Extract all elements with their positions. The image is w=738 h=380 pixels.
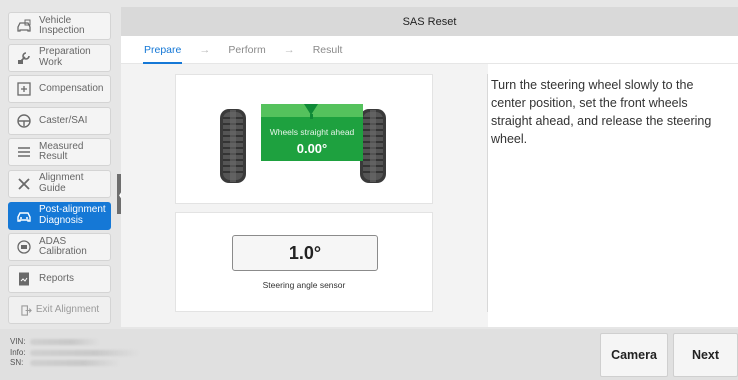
sidebar-item-label: Alignment Guide — [39, 172, 84, 194]
adas-icon — [14, 237, 34, 257]
footer-bar: VIN: Info: SN: Camera Next — [0, 329, 738, 380]
wheels-straight-visual: Wheels straight ahead 0.00° — [175, 74, 433, 204]
sidebar-item-label: ADAS Calibration — [39, 235, 87, 258]
step-prepare: Prepare — [142, 43, 183, 64]
car-diagnosis-icon — [14, 206, 34, 226]
step-indicator: Prepare → Perform → Result — [121, 36, 738, 64]
arrow-right-icon: → — [283, 43, 295, 56]
sidebar-item-label: Preparation Work — [39, 46, 91, 68]
steering-wheel-icon — [14, 111, 34, 131]
steering-angle-label: Steering angle sensor — [262, 280, 346, 290]
redacted-value — [30, 349, 140, 356]
sn-key: SN: — [10, 358, 24, 367]
sidebar-item-label: Vehicle Inspection — [39, 14, 85, 36]
sidebar-item-adas-calibration[interactable]: ADAS Calibration — [8, 233, 111, 262]
divider — [487, 74, 488, 312]
sidebar: Vehicle Inspection Preparation Work Compen… — [0, 7, 117, 327]
redacted-value — [30, 360, 120, 366]
next-button[interactable]: Next — [673, 333, 738, 377]
page-title: SAS Reset — [121, 7, 738, 36]
content-area: Wheels straight ahead 0.00° 1.0° Steerin… — [121, 64, 738, 327]
sidebar-item-reports[interactable]: Reports — [8, 264, 111, 293]
right-tire-icon — [360, 109, 386, 183]
vehicle-info: VIN: Info: SN: — [10, 337, 140, 369]
sidebar-item-vehicle-inspection[interactable]: Vehicle Inspection — [8, 12, 111, 40]
main-panel: SAS Reset Prepare → Perform → Result Whe… — [121, 7, 738, 327]
list-icon — [14, 142, 34, 162]
step-result: Result — [312, 43, 343, 56]
sidebar-item-label: Caster/SAI — [39, 114, 88, 126]
sidebar-item-label: Reports — [39, 272, 75, 284]
left-tire-icon — [220, 109, 246, 183]
sidebar-item-label: Compensation — [39, 82, 104, 94]
report-icon — [14, 269, 34, 289]
compensation-icon — [14, 79, 34, 99]
sidebar-item-compensation[interactable]: Compensation — [8, 75, 111, 104]
instruction-text: Turn the steering wheel slowly to the ce… — [491, 78, 712, 146]
arrow-right-icon: → — [199, 43, 211, 56]
step-perform: Perform — [228, 43, 266, 56]
wrench-prep-icon — [14, 48, 34, 68]
sidebar-item-preparation-work[interactable]: Preparation Work — [8, 43, 111, 72]
info-key: Info: — [10, 347, 26, 357]
camera-button[interactable]: Camera — [600, 333, 668, 377]
sidebar-item-post-alignment-diagnosis[interactable]: Post-alignment Diagnosis — [8, 201, 111, 230]
exit-alignment-label: Exit Alignment — [35, 304, 100, 316]
redacted-value — [30, 339, 100, 345]
vin-key: VIN: — [10, 337, 26, 346]
wheel-angle-label: Wheels straight ahead — [269, 127, 355, 137]
center-pointer-stem — [310, 114, 313, 119]
sidebar-item-label: Measured Result — [39, 140, 84, 163]
wheel-angle-value: 0.00° — [296, 141, 328, 156]
sidebar-item-label: Post-alignment Diagnosis — [39, 204, 106, 226]
tools-icon — [14, 174, 34, 194]
exit-icon — [21, 300, 33, 320]
sidebar-item-alignment-guide[interactable]: Alignment Guide — [8, 169, 111, 198]
steering-angle-value: 1.0° — [232, 235, 378, 271]
car-inspect-icon — [14, 16, 34, 36]
steering-sensor-card: 1.0° Steering angle sensor — [175, 212, 433, 312]
app-window: Vehicle Inspection Preparation Work Compen… — [0, 0, 738, 380]
sidebar-item-measured-result[interactable]: Measured Result — [8, 138, 111, 167]
sidebar-item-caster-sai[interactable]: Caster/SAI — [8, 106, 111, 135]
exit-alignment-button[interactable]: Exit Alignment — [8, 296, 111, 325]
